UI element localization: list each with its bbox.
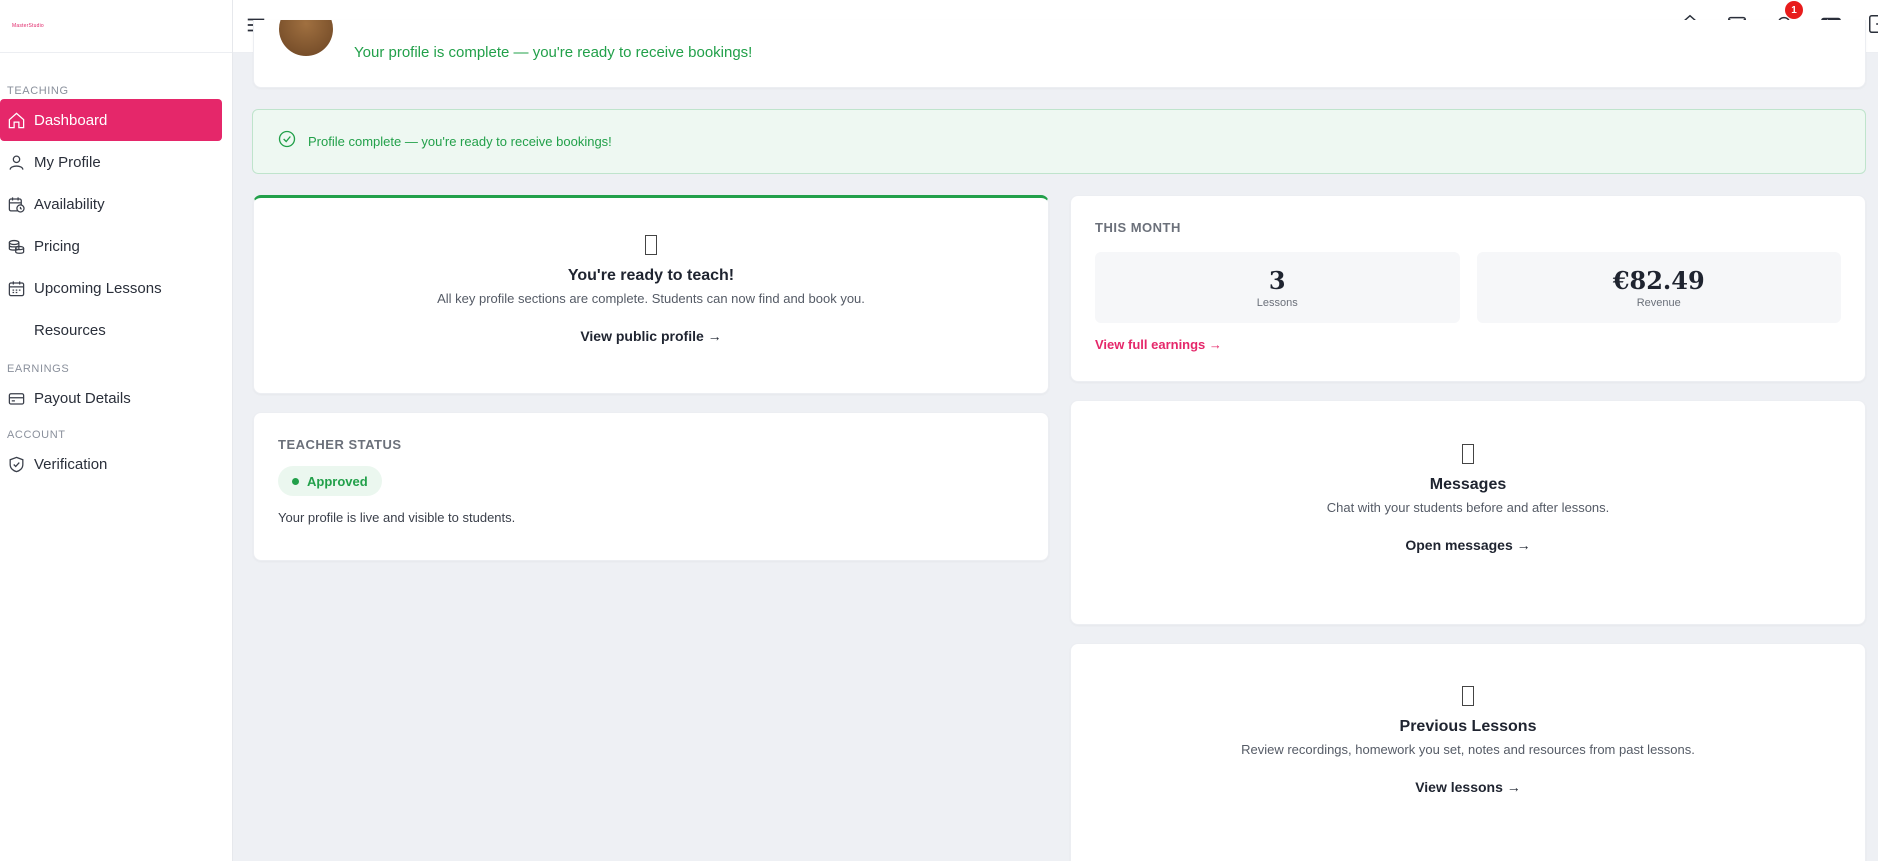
calendar-clock-icon (6, 194, 26, 214)
user-icon (6, 152, 26, 172)
sidebar-item-upcoming-lessons[interactable]: Upcoming Lessons (0, 267, 222, 309)
coins-icon (6, 236, 26, 256)
sidebar-item-label: Dashboard (34, 111, 108, 129)
placeholder-icon (1462, 686, 1474, 706)
sidebar: MasterStudio TEACHING Dashboard My Profi… (0, 0, 233, 861)
home-icon (6, 110, 26, 130)
revenue-value: €82.49 (1612, 266, 1705, 295)
card-subtitle: All key profile sections are complete. S… (437, 291, 865, 306)
sidebar-item-label: Availability (34, 195, 105, 213)
sidebar-item-label: Verification (34, 455, 108, 473)
messages-card: Messages Chat with your students before … (1070, 400, 1866, 625)
sidebar-item-payout-details[interactable]: Payout Details (0, 377, 222, 419)
previous-lessons-card: Previous Lessons Review recordings, home… (1070, 643, 1866, 861)
ready-to-teach-card: You're ready to teach! All key profile s… (253, 195, 1049, 394)
card-title: You're ready to teach! (567, 267, 735, 284)
section-label-earnings: EARNINGS (7, 363, 70, 375)
credit-card-icon (6, 388, 26, 408)
lessons-stat: 3 Lessons (1095, 252, 1460, 323)
profile-complete-alert: Profile complete — you're ready to recei… (252, 109, 1866, 174)
teacher-status-card: TEACHER STATUS Approved Your profile is … (253, 412, 1049, 561)
section-label-teaching: TEACHING (7, 85, 69, 97)
status-dot (292, 477, 299, 485)
section-label-account: ACCOUNT (7, 429, 66, 441)
view-public-profile-link[interactable]: View public profile → (580, 328, 721, 344)
sidebar-item-pricing[interactable]: Pricing (0, 225, 222, 267)
sidebar-item-my-profile[interactable]: My Profile (0, 141, 222, 183)
profile-card: Your profile is complete — you're ready … (253, 20, 1866, 88)
logout-icon[interactable] (1865, 11, 1878, 37)
sidebar-item-label: Pricing (34, 237, 80, 255)
sidebar-item-verification[interactable]: Verification (0, 443, 222, 485)
calendar-icon (6, 278, 26, 298)
card-subtitle: Review recordings, homework you set, not… (1241, 742, 1695, 757)
revenue-label: Revenue (1636, 297, 1681, 309)
placeholder-icon (1462, 444, 1474, 464)
revenue-stat: €82.49 Revenue (1476, 252, 1841, 323)
this-month-label: THIS MONTH (1095, 220, 1181, 235)
sidebar-item-label: My Profile (34, 153, 101, 171)
avatar[interactable] (279, 20, 333, 56)
check-circle-icon (277, 129, 297, 154)
card-title: Messages (1429, 476, 1507, 493)
sidebar-item-availability[interactable]: Availability (0, 183, 222, 225)
alert-text: Profile complete — you're ready to recei… (308, 134, 612, 149)
logo[interactable]: MasterStudio (12, 23, 44, 29)
placeholder-icon (645, 235, 657, 255)
logo-area[interactable]: MasterStudio (0, 0, 232, 53)
open-messages-link[interactable]: Open messages → (1405, 537, 1530, 553)
card-title: Previous Lessons (1399, 718, 1537, 735)
profile-status-line: Your profile is complete — you're ready … (354, 44, 753, 61)
shield-check-icon (6, 454, 26, 474)
status-text: Your profile is live and visible to stud… (278, 510, 516, 525)
status-badge-text: Approved (307, 473, 368, 489)
sidebar-item-label: Payout Details (34, 389, 131, 407)
view-lessons-link[interactable]: View lessons → (1415, 779, 1521, 795)
view-full-earnings-link[interactable]: View full earnings → (1095, 337, 1222, 352)
teacher-status-label: TEACHER STATUS (278, 437, 402, 452)
lessons-label: Lessons (1256, 297, 1298, 309)
notification-badge: 1 (1785, 1, 1803, 19)
sidebar-item-label: Upcoming Lessons (34, 279, 162, 297)
lessons-value: 3 (1268, 266, 1286, 295)
sidebar-item-dashboard[interactable]: Dashboard (0, 99, 222, 141)
status-badge: Approved (278, 466, 382, 496)
card-subtitle: Chat with your students before and after… (1326, 500, 1610, 515)
sidebar-item-resources[interactable]: Resources (0, 309, 222, 351)
sidebar-item-label: Resources (34, 321, 106, 339)
this-month-card: THIS MONTH 3 Lessons €82.49 Revenue View… (1070, 195, 1866, 382)
